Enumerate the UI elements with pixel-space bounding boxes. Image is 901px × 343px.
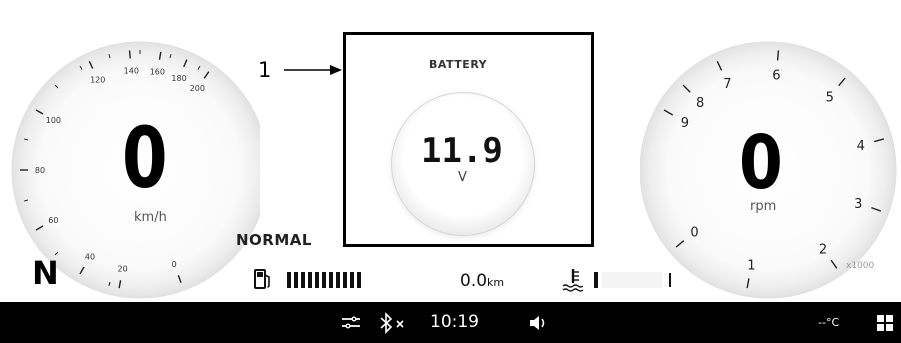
fuel-pump-icon (254, 269, 270, 289)
rpm-value: 0 (739, 120, 783, 206)
speed-tick-label: 20 (118, 264, 128, 273)
rpm-tick-label: 8 (696, 96, 704, 111)
speed-tick-label: 0 (172, 260, 177, 269)
callout-arrow-icon (284, 65, 342, 75)
rpm-unit: rpm (750, 199, 777, 214)
clock-time: 10:19 (430, 312, 479, 332)
battery-unit: V (458, 170, 467, 185)
fuel-bar-segment (301, 272, 305, 288)
handlebar-heater-icon[interactable] (340, 314, 362, 332)
rpm-tick-label: 4 (857, 139, 865, 154)
speed-tick (128, 50, 131, 59)
fuel-bar-segment (308, 272, 312, 288)
fuel-bar-segment (287, 272, 291, 288)
ambient-temperature: --°C (818, 316, 840, 329)
fuel-bar-segment (322, 272, 326, 288)
fuel-bar-segment (357, 272, 361, 288)
volume-icon[interactable] (528, 314, 548, 332)
fuel-bar-segment (350, 272, 354, 288)
speed-tick-label: 160 (150, 68, 165, 77)
gear-indicator: N (32, 254, 59, 292)
fuel-bar-segment (294, 272, 298, 288)
speed-tick-label: 200 (190, 84, 205, 93)
speed-tick-label: 80 (35, 166, 45, 175)
rpm-tick-label: 2 (819, 243, 827, 258)
battery-value: 11.9 (421, 131, 503, 171)
trip-unit: km (487, 276, 505, 289)
rpm-tick-label: 7 (723, 77, 731, 92)
trip-value: 0.0 (460, 271, 488, 291)
callout-number: 1 (258, 58, 272, 82)
rpm-tick-label: 3 (854, 197, 862, 212)
speed-value: 0 (122, 109, 168, 207)
fuel-bar-segment (315, 272, 319, 288)
speed-tick-label: 60 (48, 216, 58, 225)
battery-title: BATTERY (429, 58, 488, 71)
menu-grid-icon[interactable] (875, 313, 895, 333)
rpm-multiplier: x1000 (846, 261, 875, 271)
rpm-tick-label: 1 (747, 259, 755, 274)
coolant-temperature-bar (594, 272, 671, 288)
coolant-temperature-icon (562, 269, 584, 292)
speed-tick-label: 120 (90, 75, 105, 84)
rpm-tick-label: 5 (826, 90, 834, 105)
trip-distance: 0.0km (460, 271, 504, 291)
rpm-tick-label: 6 (772, 68, 780, 83)
rpm-tick-label: 9 (681, 116, 689, 131)
fuel-bar-segment (343, 272, 347, 288)
speed-tick-label: 180 (171, 74, 186, 83)
battery-callout-box: BATTERY 11.9 V (343, 32, 594, 247)
speed-tick-label: 40 (85, 253, 95, 262)
riding-mode: NORMAL (236, 231, 312, 249)
speed-tick-label: 100 (46, 116, 61, 125)
speed-tick-label: 140 (124, 66, 139, 75)
rpm-tick (776, 50, 780, 61)
status-bar: 10:19 --°C (0, 302, 901, 343)
fuel-bar-segment (329, 272, 333, 288)
fuel-level-bars (287, 272, 361, 288)
fuel-bar-segment (336, 272, 340, 288)
bluetooth-off-icon[interactable] (378, 312, 408, 334)
speed-unit: km/h (134, 210, 167, 225)
rpm-tick-label: 0 (690, 226, 698, 241)
